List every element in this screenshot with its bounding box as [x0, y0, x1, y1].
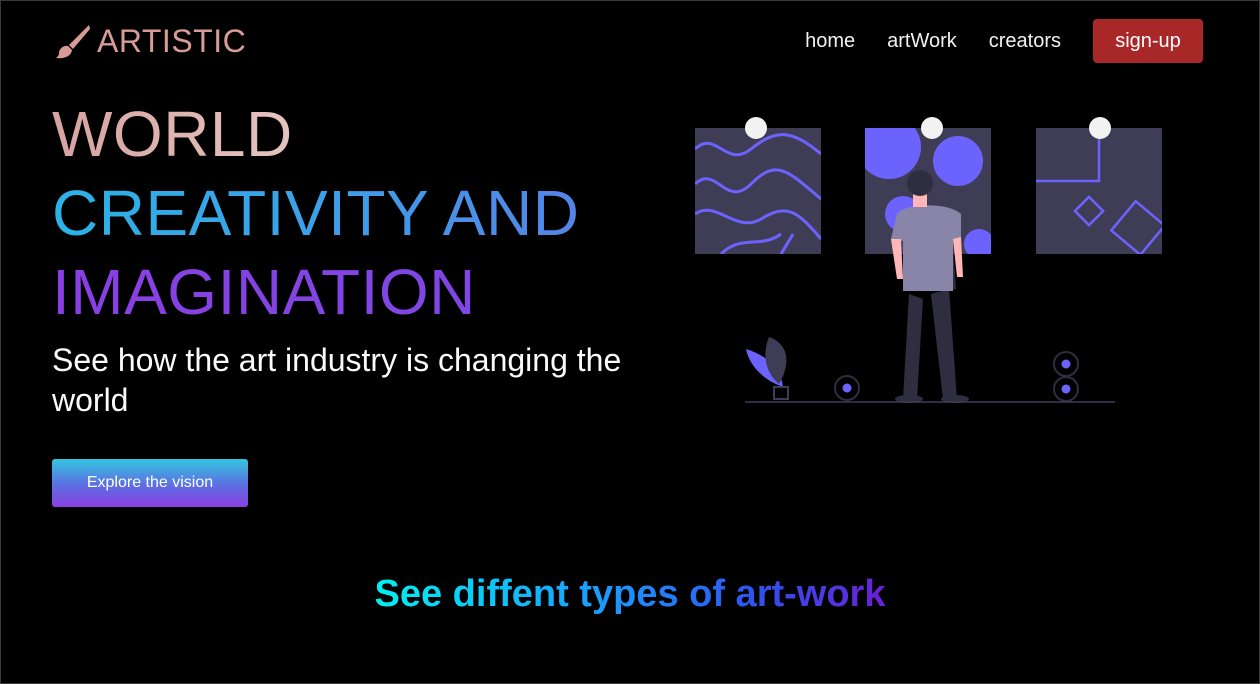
section-heading-text: See diffent types of art-work: [374, 573, 886, 615]
signup-button[interactable]: sign-up: [1093, 19, 1203, 63]
gallery-illustration: [695, 117, 1162, 403]
hero-title-line-2: CREATIVITY AND: [52, 174, 652, 253]
nav-link-artwork[interactable]: artWork: [887, 30, 957, 53]
main-nav: home artWork creators sign-up: [805, 19, 1203, 63]
section-heading: See diffent types of art-work: [1, 569, 1259, 619]
brand-name: ARTISTIC: [97, 23, 247, 59]
nav-link-creators[interactable]: creators: [989, 30, 1061, 53]
hero-title-line-3: IMAGINATION: [52, 253, 652, 332]
nav-link-home[interactable]: home: [805, 30, 855, 53]
hero-section: WORLD CREATIVITY AND IMAGINATION See how…: [52, 95, 652, 420]
artwork-frame-shapes: [1036, 117, 1162, 254]
frame-pin: [921, 117, 943, 139]
brand-logo[interactable]: ARTISTIC: [55, 21, 246, 61]
plant-decoration: [746, 337, 789, 400]
frame-pin: [1089, 117, 1111, 139]
hero-title-line-1: WORLD: [52, 95, 652, 174]
paintbrush-icon: [56, 25, 90, 59]
hero-subtitle: See how the art industry is changing the…: [52, 342, 622, 418]
artwork-frame-waves: [695, 117, 821, 254]
explore-vision-button[interactable]: Explore the vision: [52, 459, 248, 507]
page: ARTISTIC home artWork creators sign-up W…: [0, 0, 1260, 684]
frame-pin: [745, 117, 767, 139]
